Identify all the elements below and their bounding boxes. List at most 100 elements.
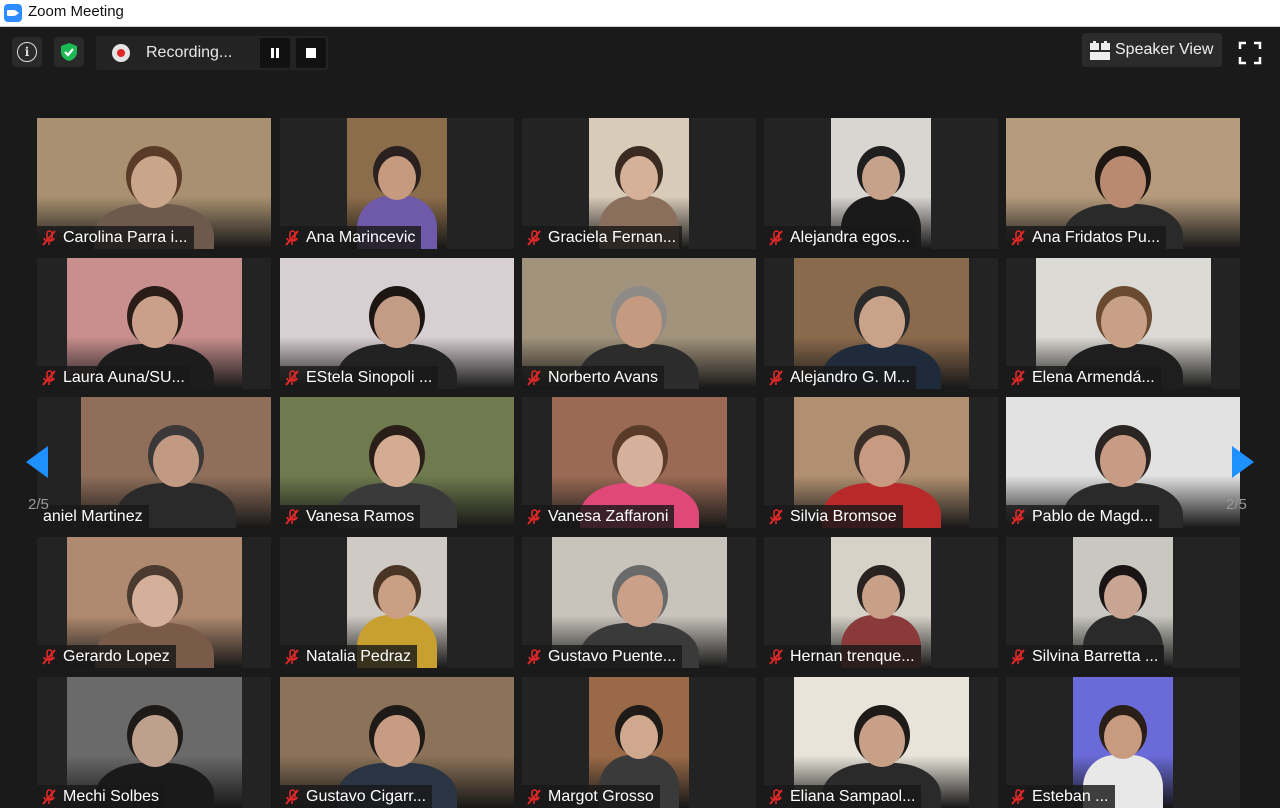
participant-nametag: Laura Auna/SU... (37, 366, 191, 389)
muted-microphone-icon (285, 649, 299, 665)
participant-tile[interactable]: Natalia Pedraz (280, 537, 514, 668)
participant-tile[interactable]: Carolina Parra i... (37, 118, 271, 249)
muted-microphone-icon (1011, 230, 1025, 246)
participant-tile[interactable]: Graciela Fernan... (522, 118, 756, 249)
muted-microphone-icon (769, 789, 783, 805)
participant-tile[interactable]: Norberto Avans (522, 258, 756, 389)
muted-microphone-icon (285, 230, 299, 246)
participant-name: Mechi Solbes (63, 788, 160, 805)
stop-icon (306, 48, 316, 58)
participant-tile[interactable]: Ana Fridatos Pu... (1006, 118, 1240, 249)
pause-recording-button[interactable] (260, 38, 290, 68)
muted-microphone-icon (527, 509, 541, 525)
participant-name: Alejandra egos... (790, 229, 911, 246)
participant-nametag: Vanesa Ramos (280, 505, 421, 528)
next-page-arrow-icon[interactable] (1228, 432, 1258, 492)
muted-microphone-icon (42, 649, 56, 665)
fullscreen-icon[interactable] (1236, 39, 1264, 67)
participant-tile[interactable]: Alejandro G. M... (764, 258, 998, 389)
participant-name: Eliana Sampaol... (790, 788, 916, 805)
participant-nametag: Norberto Avans (522, 366, 664, 389)
participant-tile[interactable]: Alejandra egos... (764, 118, 998, 249)
meeting-info-button[interactable]: i (12, 37, 42, 67)
zoom-app-icon (4, 4, 22, 22)
participant-tile[interactable]: Pablo de Magd... (1006, 397, 1240, 528)
muted-microphone-icon (1011, 509, 1025, 525)
participant-nametag: Ana Marincevic (280, 226, 422, 249)
participant-tile[interactable]: EStela Sinopoli ... (280, 258, 514, 389)
participant-nametag: Graciela Fernan... (522, 226, 683, 249)
participant-name: Carolina Parra i... (63, 229, 188, 246)
participant-tile[interactable]: Margot Grosso (522, 677, 756, 808)
muted-microphone-icon (285, 789, 299, 805)
muted-microphone-icon (527, 649, 541, 665)
participant-nametag: Vanesa Zaffaroni (522, 505, 675, 528)
participant-tile[interactable]: Esteban ... (1006, 677, 1240, 808)
participant-nametag: Alejandra egos... (764, 226, 917, 249)
participant-nametag: Elena Armendá... (1006, 366, 1161, 389)
participant-name: Graciela Fernan... (548, 229, 677, 246)
participant-name: Margot Grosso (548, 788, 654, 805)
participant-tile[interactable]: Gustavo Cigarr... (280, 677, 514, 808)
participant-tile[interactable]: Elena Armendá... (1006, 258, 1240, 389)
participant-nametag: Margot Grosso (522, 785, 660, 808)
participant-nametag: Alejandro G. M... (764, 366, 917, 389)
muted-microphone-icon (42, 230, 56, 246)
window-title: Zoom Meeting (28, 3, 124, 20)
participant-name: Gerardo Lopez (63, 648, 170, 665)
muted-microphone-icon (42, 789, 56, 805)
pause-icon (271, 48, 279, 58)
participant-nametag: Gerardo Lopez (37, 645, 176, 668)
participant-name: Hernan trenque... (790, 648, 915, 665)
participant-nametag: Gustavo Puente... (522, 645, 683, 668)
security-shield-button[interactable] (54, 37, 84, 67)
title-bar: Zoom Meeting (0, 0, 1280, 27)
participant-name: Gustavo Cigarr... (306, 788, 427, 805)
previous-page-arrow-icon[interactable] (22, 432, 52, 492)
participant-tile[interactable]: Eliana Sampaol... (764, 677, 998, 808)
participant-tile[interactable]: Vanesa Ramos (280, 397, 514, 528)
participant-name: aniel Martinez (43, 508, 143, 525)
participant-tile[interactable]: Hernan trenque... (764, 537, 998, 668)
muted-microphone-icon (527, 370, 541, 386)
participant-name: Ana Marincevic (306, 229, 416, 246)
meeting-toolbar: i Recording... Speaker View (0, 27, 1280, 87)
participant-tile[interactable]: Gerardo Lopez (37, 537, 271, 668)
participant-tile[interactable]: Ana Marincevic (280, 118, 514, 249)
speaker-view-label: Speaker View (1115, 41, 1214, 58)
speaker-view-button[interactable]: Speaker View (1082, 33, 1222, 67)
participant-nametag: Pablo de Magd... (1006, 505, 1159, 528)
participant-name: Pablo de Magd... (1032, 508, 1153, 525)
recording-label: Recording... (146, 44, 233, 61)
participant-name: Norberto Avans (548, 369, 658, 386)
participant-tile[interactable]: Mechi Solbes (37, 677, 271, 808)
participant-tile[interactable]: Laura Auna/SU... (37, 258, 271, 389)
muted-microphone-icon (285, 370, 299, 386)
page-indicator-right: 2/5 (1226, 496, 1247, 513)
muted-microphone-icon (527, 230, 541, 246)
muted-microphone-icon (1011, 649, 1025, 665)
participant-nametag: EStela Sinopoli ... (280, 366, 439, 389)
muted-microphone-icon (769, 649, 783, 665)
participant-nametag: Carolina Parra i... (37, 226, 194, 249)
participant-tile[interactable]: Gustavo Puente... (522, 537, 756, 668)
participant-nametag: Natalia Pedraz (280, 645, 417, 668)
participant-tile[interactable]: Silvia Bromsoe (764, 397, 998, 528)
muted-microphone-icon (769, 230, 783, 246)
participant-name: Ana Fridatos Pu... (1032, 229, 1161, 246)
participant-name: Silvia Bromsoe (790, 508, 897, 525)
record-dot-icon (112, 44, 130, 62)
participant-nametag: Esteban ... (1006, 785, 1115, 808)
muted-microphone-icon (285, 509, 299, 525)
muted-microphone-icon (527, 789, 541, 805)
participant-name: Laura Auna/SU... (63, 369, 185, 386)
participant-tile[interactable]: Vanesa Zaffaroni (522, 397, 756, 528)
muted-microphone-icon (1011, 370, 1025, 386)
stop-recording-button[interactable] (296, 38, 326, 68)
page-indicator-left: 2/5 (28, 496, 49, 513)
grid-view-icon (1090, 41, 1110, 60)
recording-indicator: Recording... (96, 36, 328, 70)
participant-name: Alejandro G. M... (790, 369, 911, 386)
participant-tile[interactable]: Silvina Barretta ... (1006, 537, 1240, 668)
participant-tile[interactable]: aniel Martinez (37, 397, 271, 528)
